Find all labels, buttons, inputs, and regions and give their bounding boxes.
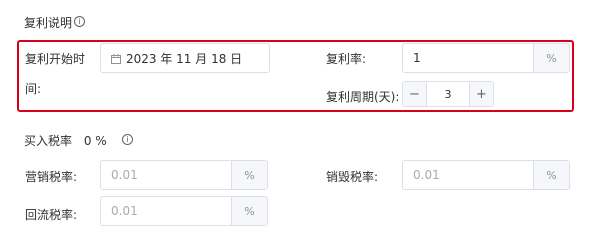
marketing-tax-label: 营销税率: <box>25 170 78 184</box>
reflow-tax-placeholder: 0.01 <box>111 204 138 218</box>
info-circle-icon[interactable]: i <box>122 134 133 145</box>
period-label: 复利周期(天): <box>326 90 400 104</box>
reflow-tax-unit: % <box>231 197 267 225</box>
reflow-tax-label: 回流税率: <box>25 208 78 222</box>
destroy-tax-placeholder: 0.01 <box>413 168 440 182</box>
info-circle-icon[interactable]: i <box>74 16 85 27</box>
start-date-value: 2023 年 11 月 18 日 <box>126 51 243 66</box>
buy-tax-section-title: 买入税率 0 % <box>24 132 107 149</box>
marketing-tax-unit: % <box>231 161 267 189</box>
decrement-button[interactable]: − <box>403 82 427 106</box>
calendar-icon <box>111 53 121 64</box>
start-time-label-cont: 间: <box>25 82 42 96</box>
destroy-tax-unit: % <box>533 161 569 189</box>
reflow-tax-input[interactable]: 0.01 % <box>100 196 268 226</box>
rate-label: 复利率: <box>326 52 367 66</box>
rate-input[interactable]: 1 % <box>402 43 570 73</box>
compound-title-text: 复利说明 <box>24 16 73 30</box>
increment-button[interactable]: + <box>469 82 493 106</box>
period-value: 3 <box>444 87 452 101</box>
period-stepper[interactable]: − 3 + <box>402 81 494 107</box>
buy-tax-total-value: 0 % <box>83 134 107 148</box>
buy-tax-title-text: 买入税率 <box>24 134 73 148</box>
marketing-tax-placeholder: 0.01 <box>111 168 138 182</box>
marketing-tax-input[interactable]: 0.01 % <box>100 160 268 190</box>
compound-section-title: 复利说明 <box>24 14 72 31</box>
rate-value: 1 <box>413 51 421 65</box>
start-time-label: 复利开始时 <box>25 52 86 66</box>
destroy-tax-input[interactable]: 0.01 % <box>402 160 570 190</box>
destroy-tax-label: 销毁税率: <box>326 170 379 184</box>
start-date-picker[interactable]: 2023 年 11 月 18 日 <box>100 43 270 73</box>
rate-unit: % <box>533 44 569 72</box>
